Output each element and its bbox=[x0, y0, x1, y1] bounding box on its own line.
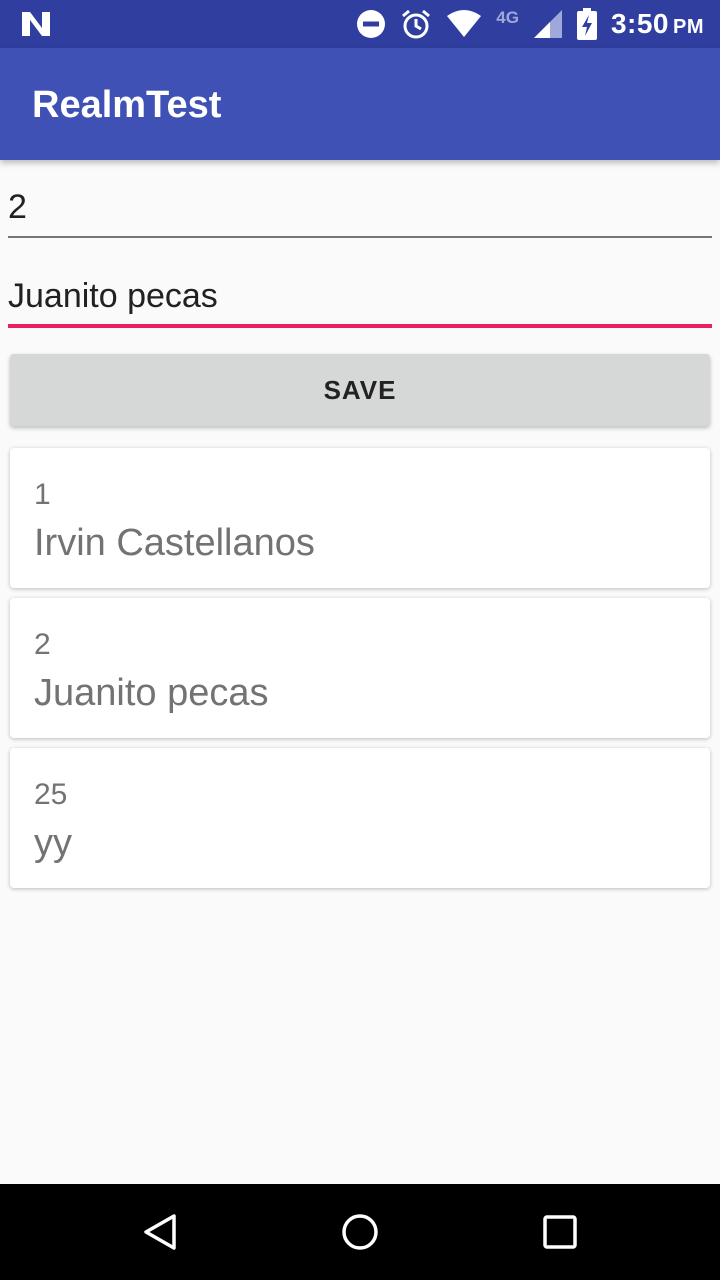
person-list: 1 Irvin Castellanos 2 Juanito pecas 25 y… bbox=[10, 448, 710, 898]
list-item[interactable]: 25 yy bbox=[10, 748, 710, 888]
app-title: RealmTest bbox=[32, 84, 222, 126]
item-name: yy bbox=[34, 822, 72, 864]
alarm-icon bbox=[402, 9, 431, 39]
id-input[interactable] bbox=[8, 178, 712, 238]
network-type-label: 4G bbox=[496, 8, 519, 27]
home-icon[interactable] bbox=[340, 1212, 380, 1252]
status-bar: 4G 3:50 PM bbox=[0, 0, 720, 48]
item-name: Juanito pecas bbox=[34, 672, 269, 714]
battery-charging-icon bbox=[576, 8, 597, 40]
item-name: Irvin Castellanos bbox=[34, 522, 315, 564]
recents-icon[interactable] bbox=[540, 1212, 580, 1252]
item-id: 2 bbox=[34, 628, 51, 661]
n-notification-icon bbox=[22, 12, 50, 36]
list-item[interactable]: 2 Juanito pecas bbox=[10, 598, 710, 738]
wifi-icon bbox=[447, 10, 482, 37]
item-id: 25 bbox=[34, 778, 68, 811]
list-item[interactable]: 1 Irvin Castellanos bbox=[10, 448, 710, 588]
item-id: 1 bbox=[34, 478, 51, 511]
signal-icon bbox=[533, 10, 562, 38]
back-icon[interactable] bbox=[140, 1212, 180, 1252]
dnd-icon bbox=[357, 10, 386, 38]
save-button[interactable]: SAVE bbox=[10, 354, 710, 426]
name-input[interactable] bbox=[8, 268, 712, 328]
navigation-bar bbox=[0, 1184, 720, 1280]
app-bar: RealmTest bbox=[0, 48, 720, 160]
status-time: 3:50 PM bbox=[610, 8, 704, 39]
